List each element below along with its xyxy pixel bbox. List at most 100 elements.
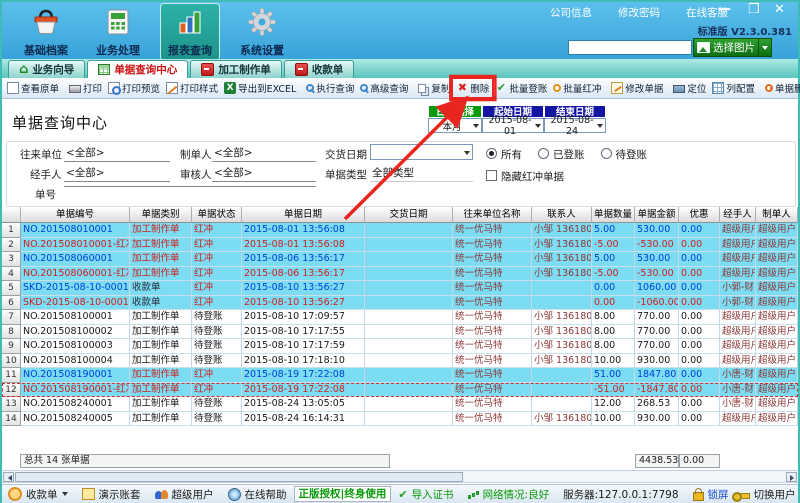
delivery-field[interactable] <box>370 144 473 160</box>
select-image-button[interactable]: 选择图片 <box>693 38 772 57</box>
auditor-field[interactable]: <全部> <box>212 165 316 182</box>
cell-date: 2015-08-24 16:14:31 <box>242 412 365 427</box>
maker-field[interactable]: <全部> <box>212 145 316 162</box>
statusbar-item-服务器:127.0.0.1:7798[interactable]: 服务器:127.0.0.1:7798 <box>563 487 678 502</box>
table-row[interactable]: 10NO.201508100004加工制作单待登账2015-08-10 17:1… <box>2 354 798 369</box>
column-header-联系人[interactable]: 联系人 <box>532 207 592 223</box>
toolbar-button-删除[interactable]: 删除 <box>453 79 492 97</box>
column-header-经手人[interactable]: 经手人 <box>720 207 756 223</box>
toolbar-button-复制[interactable]: 复制 <box>415 79 453 97</box>
cell-qty: -5.00 <box>592 267 635 282</box>
statusbar-item-演示账套[interactable]: 演示账套 <box>82 487 141 502</box>
statusbar-item-收款单[interactable]: 收款单 <box>8 487 68 502</box>
tab-加工制作单[interactable]: 加工制作单 <box>190 60 282 78</box>
nav-item-报表查询[interactable]: 报表查询 <box>160 3 220 61</box>
statusbar-item-超级用户[interactable]: 超级用户 <box>155 487 214 502</box>
minimize-button[interactable]: — <box>718 2 731 18</box>
scroll-left-arrow[interactable] <box>3 472 14 482</box>
doc-no-field[interactable] <box>64 185 316 187</box>
column-header-优惠[interactable]: 优惠 <box>679 207 720 223</box>
titlebar-input[interactable] <box>568 40 692 55</box>
table-row[interactable]: 6SKD-2015-08-10-0001-红冲收款单红冲2015-08-10 1… <box>2 296 798 311</box>
period-select[interactable]: 本月 <box>428 118 482 133</box>
doc-type-field[interactable]: 全部类型 <box>370 165 473 182</box>
toolbar-button-导出到EXCEL[interactable]: 导出到EXCEL <box>221 79 299 97</box>
nav-item-系统设置[interactable]: 系统设置 <box>232 3 292 61</box>
cell-delivery <box>365 339 453 354</box>
scroll-right-arrow[interactable] <box>786 472 797 482</box>
toolbar-button-列配置[interactable]: 列配置 <box>709 79 758 97</box>
tab-收款单[interactable]: 收款单 <box>284 60 355 78</box>
hide-red-checkbox[interactable]: 隐藏红冲单据 <box>486 169 564 184</box>
toolbar-button-label: 列配置 <box>726 81 755 95</box>
cell-contact <box>532 368 592 383</box>
start-date-select[interactable]: 2015-08-01 <box>482 118 544 133</box>
toolbar-button-打印样式[interactable]: 打印样式 <box>163 79 221 97</box>
cell-no: 7 <box>2 310 21 325</box>
table-row[interactable]: 13NO.201508240001加工制作单待登账2015-08-24 13:0… <box>2 397 798 412</box>
cell-handler: 超级用户 <box>720 267 756 282</box>
toolbar-button-批量登账[interactable]: 批量登账 <box>492 79 550 97</box>
table-row[interactable]: 14NO.201508240005加工制作单待登账2015-08-24 16:1… <box>2 412 798 427</box>
column-header-单据数量[interactable]: 单据数量 <box>592 207 635 223</box>
maximize-button[interactable]: ❒ <box>748 2 760 18</box>
close-button[interactable]: ✕ <box>774 2 785 18</box>
statusbar-item-导入证书[interactable]: 导入证书 <box>398 487 453 502</box>
close-tab-icon[interactable] <box>295 63 308 76</box>
status-radio-已登账[interactable]: 已登账 <box>538 147 585 162</box>
nav-item-业务处理[interactable]: 业务处理 <box>88 3 148 61</box>
column-header-单据金额[interactable]: 单据金额 <box>635 207 679 223</box>
table-row[interactable]: 8NO.201508100002加工制作单待登账2015-08-10 17:17… <box>2 325 798 340</box>
toolbar-button-查看原单[interactable]: 查看原单 <box>4 79 62 97</box>
tab-单据查询中心[interactable]: 单据查询中心 <box>87 60 188 78</box>
toolbar-button-打印预览[interactable]: 打印预览 <box>105 79 163 97</box>
status-radio-所有[interactable]: 所有 <box>486 147 522 162</box>
column-header-交货日期[interactable]: 交货日期 <box>365 207 453 223</box>
toolbar-button-单据删除日志[interactable]: 单据删除日志 <box>762 79 800 97</box>
table-row[interactable]: 12NO.201508190001-红冲加工制作单红冲2015-08-19 17… <box>2 383 798 398</box>
toolbar-button-修改单据[interactable]: 修改单据 <box>608 79 666 97</box>
table-row[interactable]: 7NO.201508100001加工制作单待登账2015-08-10 17:09… <box>2 310 798 325</box>
table-row[interactable]: 4NO.201508060001-红冲加工制作单红冲2015-08-06 13:… <box>2 267 798 282</box>
column-header-单据状态[interactable]: 单据状态 <box>192 207 242 223</box>
column-header-往来单位名称[interactable]: 往来单位名称 <box>453 207 532 223</box>
statusbar-item-网络情况:良好[interactable]: 网络情况:良好 <box>468 487 550 502</box>
scroll-thumb[interactable] <box>15 472 463 482</box>
client-field[interactable]: <全部> <box>64 145 170 162</box>
column-header-单据类别[interactable]: 单据类别 <box>130 207 192 223</box>
statusbar-item-锁屏[interactable]: 锁屏 <box>693 487 729 502</box>
table-row[interactable]: 2NO.201508010001-红冲加工制作单红冲2015-08-01 13:… <box>2 238 798 253</box>
cell-no: 13 <box>2 397 21 412</box>
row-number-header[interactable] <box>2 207 21 223</box>
statusbar-item-在线帮助[interactable]: 在线帮助 <box>228 487 287 502</box>
column-header-单据编号[interactable]: 单据编号 <box>21 207 130 223</box>
toolbar-button-执行查询[interactable]: 执行查询 <box>303 79 357 97</box>
toolbar-button-高级查询[interactable]: 高级查询 <box>357 79 411 97</box>
table-row[interactable]: 1NO.201508010001加工制作单红冲2015-08-01 13:56:… <box>2 223 798 238</box>
table-row[interactable]: 9NO.201508100003加工制作单待登账2015-08-10 17:17… <box>2 339 798 354</box>
status-radio-待登账[interactable]: 待登账 <box>601 147 648 162</box>
nav-item-基础档案[interactable]: 基础档案 <box>16 3 76 61</box>
toolbar-button-批量红冲[interactable]: 批量红冲 <box>550 79 604 97</box>
tab-业务向导[interactable]: ⌂业务向导 <box>8 60 85 78</box>
calculator-icon <box>103 7 133 40</box>
statusbar-item-切换用户[interactable]: 切换用户 <box>736 487 796 502</box>
toolbar-button-打印[interactable]: 打印 <box>66 79 105 97</box>
column-header-单据日期[interactable]: 单据日期 <box>242 207 365 223</box>
select-image-dropdown[interactable] <box>758 39 768 56</box>
horizontal-scrollbar[interactable] <box>2 470 798 483</box>
table-row[interactable]: 5SKD-2015-08-10-0001收款单红冲2015-08-10 13:5… <box>2 281 798 296</box>
handler-field[interactable]: <全部> <box>64 165 170 182</box>
column-header-制单人[interactable]: 制单人 <box>756 207 798 223</box>
end-date-select[interactable]: 2015-08-24 <box>544 118 606 133</box>
titlebar-link-公司信息[interactable]: 公司信息 <box>550 5 592 20</box>
toolbar-button-定位[interactable]: 定位 <box>670 79 709 97</box>
table-row[interactable]: 11NO.201508190001加工制作单红冲2015-08-19 17:22… <box>2 368 798 383</box>
close-tab-icon[interactable] <box>201 63 214 76</box>
titlebar-link-修改密码[interactable]: 修改密码 <box>618 5 660 20</box>
cell-client: 统一优马特 <box>453 310 532 325</box>
cell-amount: -1060.00 <box>635 296 679 311</box>
table-row[interactable]: 3NO.201508060001加工制作单红冲2015-08-06 13:56:… <box>2 252 798 267</box>
cell-amount: 770.00 <box>635 325 679 340</box>
cell-contact: 小邹 13618020 <box>532 354 592 369</box>
